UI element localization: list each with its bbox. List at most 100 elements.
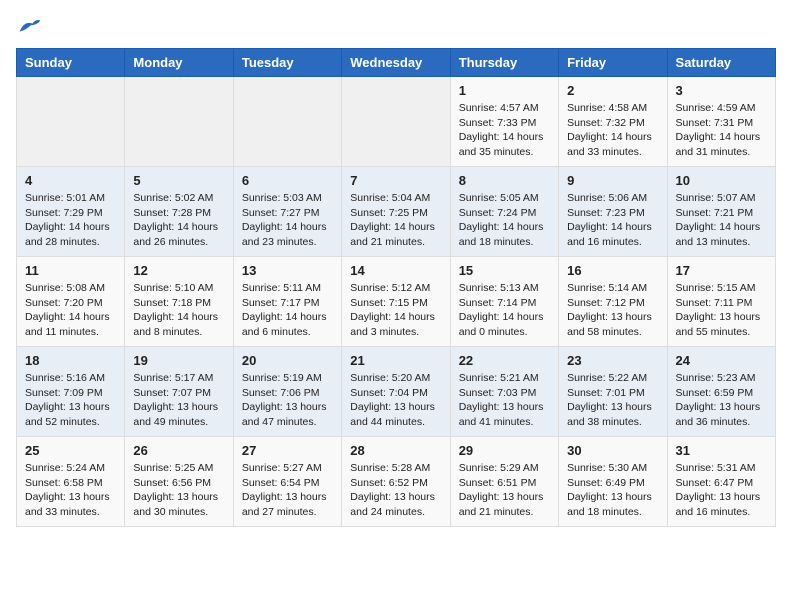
- day-number: 1: [459, 83, 550, 98]
- day-number: 10: [676, 173, 767, 188]
- day-number: 12: [133, 263, 224, 278]
- day-info: Sunrise: 5:17 AMSunset: 7:07 PMDaylight:…: [133, 371, 224, 430]
- day-info: Sunrise: 5:31 AMSunset: 6:47 PMDaylight:…: [676, 461, 767, 520]
- day-number: 13: [242, 263, 333, 278]
- day-info: Sunrise: 4:57 AMSunset: 7:33 PMDaylight:…: [459, 101, 550, 160]
- weekday-header-sunday: Sunday: [17, 49, 125, 77]
- day-info: Sunrise: 5:14 AMSunset: 7:12 PMDaylight:…: [567, 281, 658, 340]
- calendar-cell: [342, 77, 450, 167]
- day-info: Sunrise: 5:29 AMSunset: 6:51 PMDaylight:…: [459, 461, 550, 520]
- day-number: 28: [350, 443, 441, 458]
- calendar-week-row: 1 Sunrise: 4:57 AMSunset: 7:33 PMDaylight…: [17, 77, 776, 167]
- day-number: 6: [242, 173, 333, 188]
- day-number: 14: [350, 263, 441, 278]
- day-number: 15: [459, 263, 550, 278]
- weekday-header-tuesday: Tuesday: [233, 49, 341, 77]
- calendar-cell: 26Sunrise: 5:25 AMSunset: 6:56 PMDayligh…: [125, 437, 233, 527]
- calendar-cell: 20 Sunrise: 5:19 AMSunset: 7:06 PMDayligh…: [233, 347, 341, 437]
- calendar-week-row: 18 Sunrise: 5:16 AMSunset: 7:09 PMDayligh…: [17, 347, 776, 437]
- calendar-cell: 30 Sunrise: 5:30 AMSunset: 6:49 PMDayligh…: [559, 437, 667, 527]
- calendar-cell: 12 Sunrise: 5:10 AMSunset: 7:18 PMDayligh…: [125, 257, 233, 347]
- weekday-header-friday: Friday: [559, 49, 667, 77]
- day-number: 9: [567, 173, 658, 188]
- day-number: 23: [567, 353, 658, 368]
- day-number: 2: [567, 83, 658, 98]
- calendar-cell: 23 Sunrise: 5:22 AMSunset: 7:01 PMDayligh…: [559, 347, 667, 437]
- day-number: 27: [242, 443, 333, 458]
- calendar-cell: 29 Sunrise: 5:29 AMSunset: 6:51 PMDayligh…: [450, 437, 558, 527]
- day-info: Sunrise: 5:19 AMSunset: 7:06 PMDaylight:…: [242, 371, 333, 430]
- day-info: Sunrise: 5:21 AMSunset: 7:03 PMDaylight:…: [459, 371, 550, 430]
- calendar-cell: 21 Sunrise: 5:20 AMSunset: 7:04 PMDayligh…: [342, 347, 450, 437]
- calendar-cell: 15 Sunrise: 5:13 AMSunset: 7:14 PMDayligh…: [450, 257, 558, 347]
- calendar-cell: [17, 77, 125, 167]
- calendar-week-row: 11 Sunrise: 5:08 AMSunset: 7:20 PMDayligh…: [17, 257, 776, 347]
- day-info: Sunrise: 5:02 AMSunset: 7:28 PMDaylight:…: [133, 191, 224, 250]
- day-info: Sunrise: 5:07 AMSunset: 7:21 PMDaylight:…: [676, 191, 767, 250]
- day-info: Sunrise: 5:30 AMSunset: 6:49 PMDaylight:…: [567, 461, 658, 520]
- day-info: Sunrise: 5:10 AMSunset: 7:18 PMDaylight:…: [133, 281, 224, 340]
- day-info: Sunrise: 5:06 AMSunset: 7:23 PMDaylight:…: [567, 191, 658, 250]
- day-number: 20: [242, 353, 333, 368]
- calendar-table: SundayMondayTuesdayWednesdayThursdayFrid…: [16, 48, 776, 527]
- calendar-cell: 24Sunrise: 5:23 AMSunset: 6:59 PMDayligh…: [667, 347, 775, 437]
- day-info: Sunrise: 5:05 AMSunset: 7:24 PMDaylight:…: [459, 191, 550, 250]
- logo-bird-icon: [18, 16, 42, 36]
- day-info: Sunrise: 5:15 AMSunset: 7:11 PMDaylight:…: [676, 281, 767, 340]
- calendar-cell: 17 Sunrise: 5:15 AMSunset: 7:11 PMDayligh…: [667, 257, 775, 347]
- calendar-cell: 10 Sunrise: 5:07 AMSunset: 7:21 PMDayligh…: [667, 167, 775, 257]
- day-number: 17: [676, 263, 767, 278]
- calendar-cell: 11 Sunrise: 5:08 AMSunset: 7:20 PMDayligh…: [17, 257, 125, 347]
- day-number: 8: [459, 173, 550, 188]
- day-info: Sunrise: 5:20 AMSunset: 7:04 PMDaylight:…: [350, 371, 441, 430]
- day-info: Sunrise: 5:12 AMSunset: 7:15 PMDaylight:…: [350, 281, 441, 340]
- day-number: 16: [567, 263, 658, 278]
- day-info: Sunrise: 5:22 AMSunset: 7:01 PMDaylight:…: [567, 371, 658, 430]
- calendar-cell: 28Sunrise: 5:28 AMSunset: 6:52 PMDayligh…: [342, 437, 450, 527]
- day-number: 26: [133, 443, 224, 458]
- day-number: 31: [676, 443, 767, 458]
- day-number: 22: [459, 353, 550, 368]
- calendar-cell: 25 Sunrise: 5:24 AMSunset: 6:58 PMDayligh…: [17, 437, 125, 527]
- calendar-cell: 4Sunrise: 5:01 AMSunset: 7:29 PMDaylight…: [17, 167, 125, 257]
- day-number: 19: [133, 353, 224, 368]
- calendar-cell: 16 Sunrise: 5:14 AMSunset: 7:12 PMDayligh…: [559, 257, 667, 347]
- logo: [16, 16, 42, 36]
- day-number: 11: [25, 263, 116, 278]
- calendar-cell: 18 Sunrise: 5:16 AMSunset: 7:09 PMDayligh…: [17, 347, 125, 437]
- day-info: Sunrise: 5:04 AMSunset: 7:25 PMDaylight:…: [350, 191, 441, 250]
- calendar-week-row: 25 Sunrise: 5:24 AMSunset: 6:58 PMDayligh…: [17, 437, 776, 527]
- day-number: 3: [676, 83, 767, 98]
- calendar-cell: 14 Sunrise: 5:12 AMSunset: 7:15 PMDayligh…: [342, 257, 450, 347]
- day-info: Sunrise: 5:08 AMSunset: 7:20 PMDaylight:…: [25, 281, 116, 340]
- day-info: Sunrise: 5:13 AMSunset: 7:14 PMDaylight:…: [459, 281, 550, 340]
- day-number: 18: [25, 353, 116, 368]
- weekday-header-monday: Monday: [125, 49, 233, 77]
- day-info: Sunrise: 5:24 AMSunset: 6:58 PMDaylight:…: [25, 461, 116, 520]
- calendar-cell: 31 Sunrise: 5:31 AMSunset: 6:47 PMDayligh…: [667, 437, 775, 527]
- calendar-cell: 9 Sunrise: 5:06 AMSunset: 7:23 PMDaylight…: [559, 167, 667, 257]
- day-number: 30: [567, 443, 658, 458]
- calendar-cell: 3Sunrise: 4:59 AMSunset: 7:31 PMDaylight…: [667, 77, 775, 167]
- day-info: Sunrise: 5:03 AMSunset: 7:27 PMDaylight:…: [242, 191, 333, 250]
- day-number: 29: [459, 443, 550, 458]
- calendar-cell: 5 Sunrise: 5:02 AMSunset: 7:28 PMDaylight…: [125, 167, 233, 257]
- calendar-cell: 19 Sunrise: 5:17 AMSunset: 7:07 PMDayligh…: [125, 347, 233, 437]
- calendar-cell: 22 Sunrise: 5:21 AMSunset: 7:03 PMDayligh…: [450, 347, 558, 437]
- page-header: [16, 16, 776, 36]
- weekday-header-wednesday: Wednesday: [342, 49, 450, 77]
- day-info: Sunrise: 5:16 AMSunset: 7:09 PMDaylight:…: [25, 371, 116, 430]
- calendar-week-row: 4Sunrise: 5:01 AMSunset: 7:29 PMDaylight…: [17, 167, 776, 257]
- calendar-cell: [233, 77, 341, 167]
- day-info: Sunrise: 5:27 AMSunset: 6:54 PMDaylight:…: [242, 461, 333, 520]
- weekday-header-thursday: Thursday: [450, 49, 558, 77]
- day-info: Sunrise: 5:01 AMSunset: 7:29 PMDaylight:…: [25, 191, 116, 250]
- day-number: 7: [350, 173, 441, 188]
- day-info: Sunrise: 5:11 AMSunset: 7:17 PMDaylight:…: [242, 281, 333, 340]
- day-info: Sunrise: 5:23 AMSunset: 6:59 PMDaylight:…: [676, 371, 767, 430]
- day-number: 5: [133, 173, 224, 188]
- weekday-header-saturday: Saturday: [667, 49, 775, 77]
- day-number: 21: [350, 353, 441, 368]
- day-number: 25: [25, 443, 116, 458]
- calendar-cell: 27 Sunrise: 5:27 AMSunset: 6:54 PMDayligh…: [233, 437, 341, 527]
